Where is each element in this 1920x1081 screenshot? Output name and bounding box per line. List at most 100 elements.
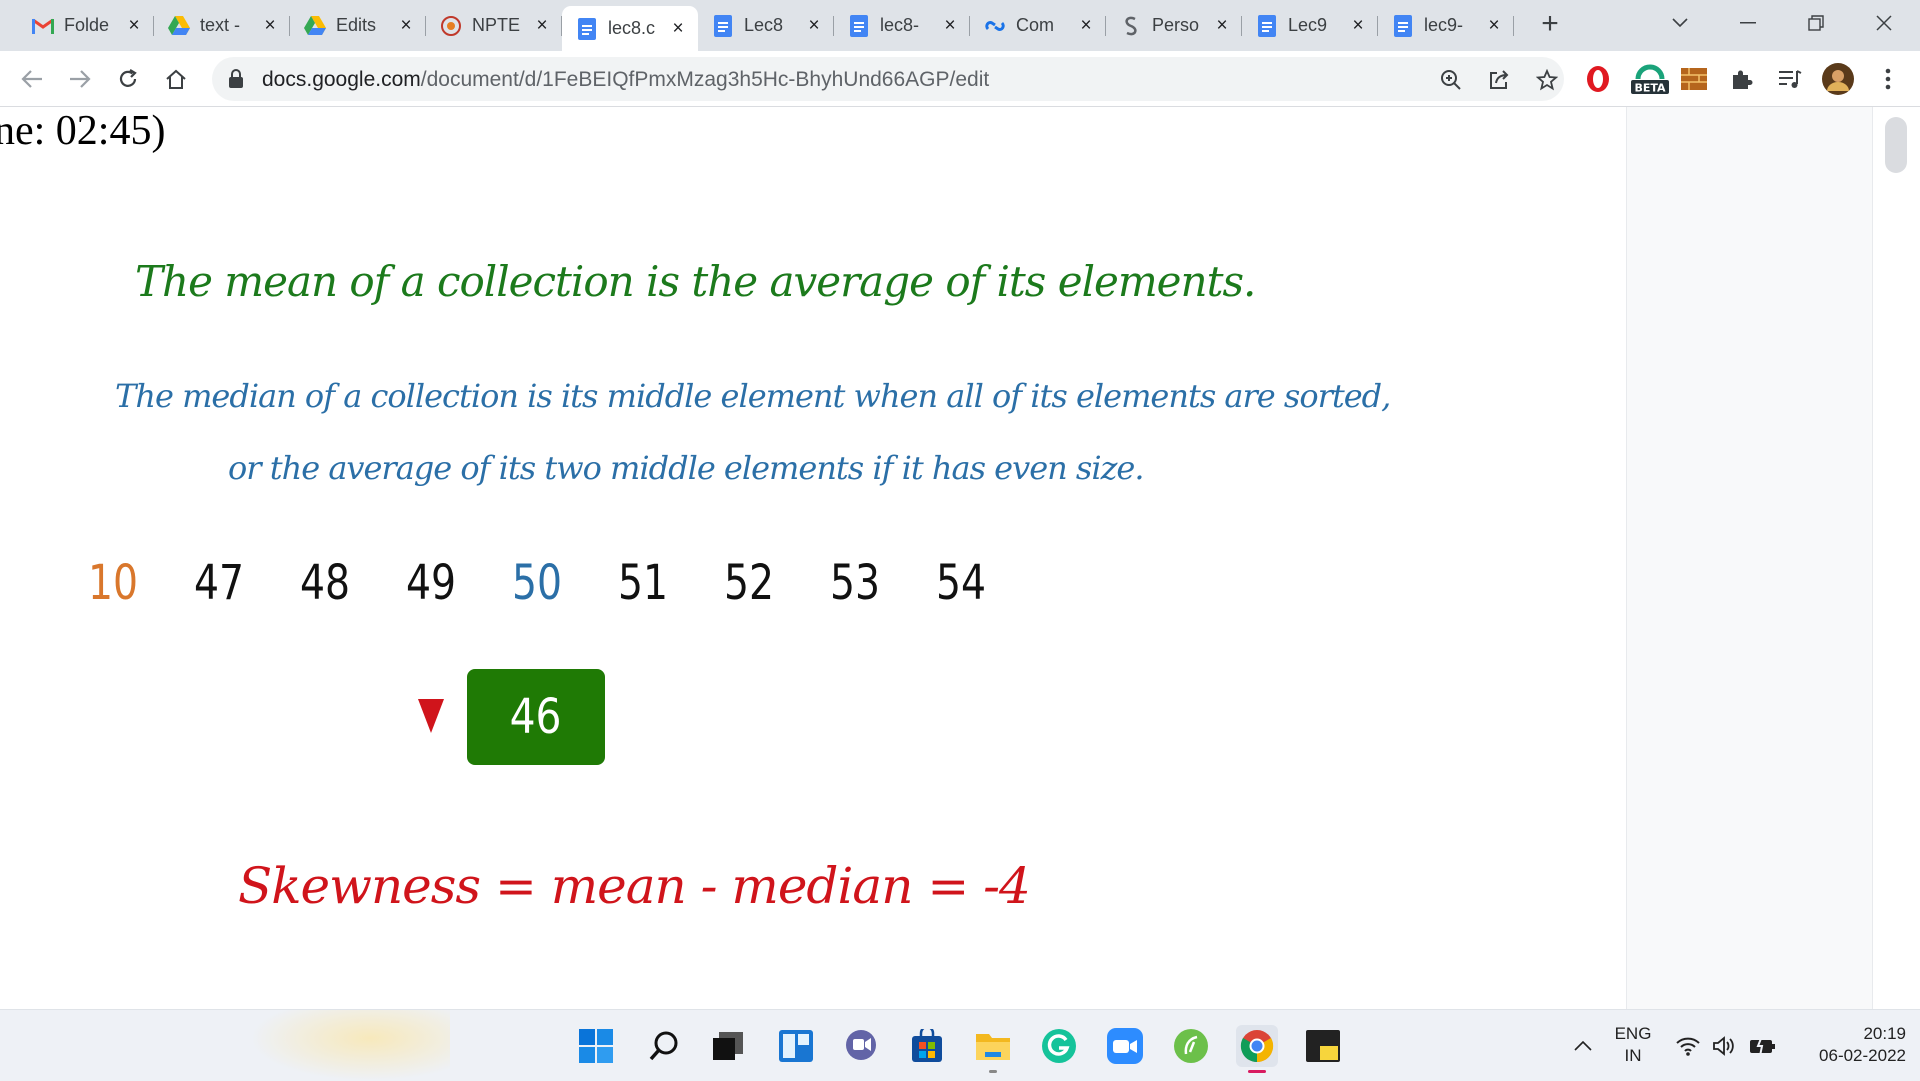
median-definition-line1: The median of a collection is its middle… <box>115 377 1391 415</box>
scrollbar-thumb[interactable] <box>1885 117 1907 173</box>
brick-extension-icon[interactable] <box>1678 63 1710 95</box>
close-window-button[interactable] <box>1864 6 1904 40</box>
tab-close-icon[interactable]: × <box>804 15 824 36</box>
volume-icon[interactable] <box>1706 1025 1742 1067</box>
widgets-icon[interactable] <box>775 1025 817 1067</box>
tab-title: Com <box>1016 15 1055 35</box>
number-item: 51 <box>618 555 669 611</box>
tab-close-icon[interactable]: × <box>124 15 144 36</box>
tab-title: Edits <box>336 15 377 35</box>
back-button[interactable] <box>16 63 48 95</box>
tab-title: Lec8 <box>744 15 784 35</box>
nptel-icon <box>440 15 462 37</box>
tab-lec8-dash[interactable]: lec8- × <box>834 6 970 45</box>
opera-extension-icon[interactable] <box>1582 63 1614 95</box>
number-item: 52 <box>724 555 775 611</box>
share-icon[interactable] <box>1486 67 1512 93</box>
extensions-puzzle-icon[interactable] <box>1726 63 1758 95</box>
tab-gmail[interactable]: Folde × <box>18 6 154 45</box>
number-item: 54 <box>936 555 987 611</box>
show-hidden-icons-chevron-icon[interactable] <box>1563 1025 1603 1067</box>
google-docs-icon <box>576 17 598 40</box>
tab-title: lec9- <box>1424 15 1464 35</box>
language-indicator[interactable]: ENG IN <box>1608 1023 1658 1067</box>
tab-lec8-doc[interactable]: Lec8 × <box>698 6 834 45</box>
url-text[interactable]: docs.google.com/document/d/1FeBEIQfPmxMz… <box>262 68 989 92</box>
tab-title: lec8.c <box>608 18 656 38</box>
tab-lec9-dash[interactable]: lec9- × <box>1378 6 1514 45</box>
chrome-menu-icon[interactable] <box>1872 63 1904 95</box>
tab-close-icon[interactable]: × <box>668 18 688 39</box>
tab-lec9[interactable]: Lec9 × <box>1242 6 1378 45</box>
microsoft-store-icon[interactable] <box>906 1025 948 1067</box>
tab-close-icon[interactable]: × <box>260 15 280 36</box>
clock[interactable]: 20:19 06-02-2022 <box>1786 1023 1906 1067</box>
tab-search-chevron-icon[interactable] <box>1660 6 1700 40</box>
number-item: 47 <box>194 555 245 611</box>
forward-button[interactable] <box>64 63 96 95</box>
tab-title: lec8- <box>880 15 920 35</box>
tab-com[interactable]: Com × <box>970 6 1106 45</box>
restore-button[interactable] <box>1796 6 1836 40</box>
tab-close-icon[interactable]: × <box>1484 15 1504 36</box>
document-canvas[interactable]: ne: 02:45) The mean of a collection is t… <box>0 107 1626 1009</box>
number-item: 50 <box>512 555 563 611</box>
evernote-icon[interactable] <box>1170 1025 1212 1067</box>
tab-close-icon[interactable]: × <box>532 15 552 36</box>
beta-extension-icon[interactable]: BETA <box>1630 63 1670 95</box>
bookmark-star-icon[interactable] <box>1534 67 1560 93</box>
windows-taskbar: ENG IN 20:19 06-02-2022 <box>0 1009 1920 1081</box>
median-definition-line2: or the average of its two middle element… <box>228 449 1145 487</box>
new-tab-button[interactable]: + <box>1535 8 1565 42</box>
tab-title: Folde <box>64 15 110 35</box>
tab-close-icon[interactable]: × <box>396 15 416 36</box>
search-icon[interactable] <box>643 1025 685 1067</box>
tab-title: NPTE <box>472 15 521 35</box>
minimize-button[interactable] <box>1728 6 1768 40</box>
tab-nptel[interactable]: NPTE × <box>426 6 562 45</box>
gmail-icon <box>32 15 54 37</box>
infinity-icon <box>1120 15 1142 37</box>
tab-close-icon[interactable]: × <box>1348 15 1368 36</box>
mean-value-box: 46 <box>467 669 605 765</box>
time-caption: ne: 02:45) <box>0 108 166 154</box>
google-docs-icon <box>1392 14 1414 37</box>
tab-perso[interactable]: Perso × <box>1106 6 1242 45</box>
tab-close-icon[interactable]: × <box>940 15 960 36</box>
zoom-app-icon[interactable] <box>1104 1025 1146 1067</box>
tab-close-icon[interactable]: × <box>1212 15 1232 36</box>
grammarly-icon[interactable] <box>1038 1025 1080 1067</box>
task-view-icon[interactable] <box>707 1025 749 1067</box>
file-explorer-icon[interactable] <box>972 1025 1014 1073</box>
media-controls-icon[interactable] <box>1774 63 1806 95</box>
zoom-icon[interactable] <box>1438 67 1464 93</box>
reload-button[interactable] <box>112 63 144 95</box>
profile-avatar[interactable] <box>1822 63 1854 95</box>
number-item: 48 <box>300 555 351 611</box>
wifi-icon[interactable] <box>1670 1025 1706 1067</box>
chrome-icon[interactable] <box>1236 1025 1278 1073</box>
tab-close-icon[interactable]: × <box>1076 15 1096 36</box>
address-bar[interactable]: docs.google.com/document/d/1FeBEIQfPmxMz… <box>212 57 1564 101</box>
battery-charging-icon[interactable] <box>1744 1025 1780 1067</box>
tab-drive-edits[interactable]: Edits × <box>290 6 426 45</box>
google-drive-icon <box>304 15 326 37</box>
document-side-panel <box>1626 107 1873 1009</box>
tab-title: Lec9 <box>1288 15 1328 35</box>
lock-icon[interactable] <box>228 69 244 94</box>
tab-lec8-active[interactable]: lec8.c × <box>562 6 698 51</box>
windows-start-icon[interactable] <box>575 1025 617 1067</box>
clock-time: 20:19 <box>1863 1024 1906 1043</box>
tab-drive-text[interactable]: text - × <box>154 6 290 45</box>
google-docs-icon <box>848 14 870 37</box>
teams-chat-icon[interactable] <box>840 1025 882 1067</box>
mean-value: 46 <box>510 689 562 745</box>
sticky-notes-icon[interactable] <box>1302 1025 1344 1067</box>
beta-badge-text: BETA <box>1634 82 1666 95</box>
home-button[interactable] <box>160 63 192 95</box>
browser-tab-strip: Folde × text - × Edits × NPTE × lec8.c × <box>0 0 1920 51</box>
vertical-scrollbar[interactable] <box>1872 107 1920 1009</box>
mean-position-marker <box>418 699 444 733</box>
link-icon <box>984 15 1006 37</box>
google-drive-icon <box>168 15 190 37</box>
